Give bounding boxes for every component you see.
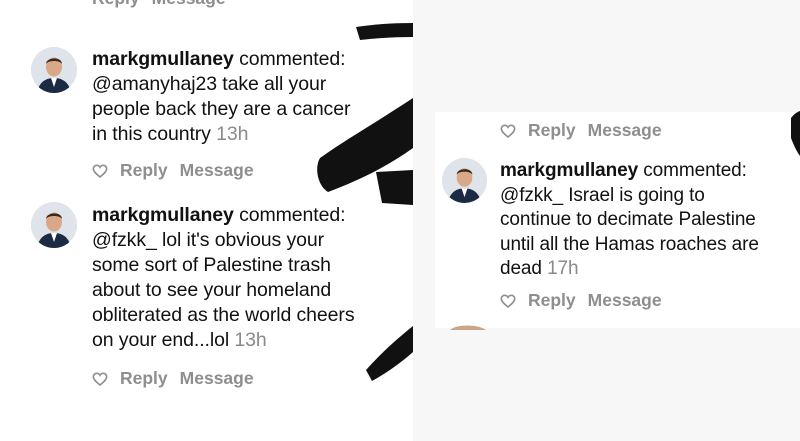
commented-label: commented: [239, 204, 346, 226]
comment-line: on your end...lol [92, 329, 230, 351]
comment-text: markgmullaney commented: @fzkk_ lol it's… [92, 203, 410, 353]
username-link[interactable]: markgmullaney [92, 48, 234, 70]
commented-label: commented: [239, 48, 346, 70]
right-screenshot-panel: Reply Message markgmullaney commented: @… [413, 0, 800, 441]
profile-photo-icon [31, 47, 77, 93]
comment-line: @amanyhaj23 take all your [92, 73, 327, 95]
heart-icon[interactable] [500, 293, 516, 309]
comment-line: continue to decimate Palestine [500, 209, 756, 230]
heart-icon[interactable] [92, 371, 108, 387]
comment-actions: Reply Message [500, 290, 674, 311]
message-button[interactable]: Message [588, 290, 662, 311]
avatar[interactable] [442, 158, 487, 203]
profile-photo-icon [31, 202, 77, 248]
timestamp: 17h [547, 258, 579, 279]
top-cut-actions: Reply Message [92, 0, 238, 9]
message-button[interactable]: Message [180, 368, 254, 389]
comment-text: markgmullaney commented: @amanyhaj23 tak… [92, 47, 410, 147]
comment-line: @fzkk_ Israel is going to [500, 184, 705, 206]
message-button[interactable]: Message [180, 160, 254, 181]
message-button[interactable]: Message [588, 120, 662, 141]
comment-line: about to see your homeland [92, 279, 332, 301]
comment-line: people back they are a cancer [92, 98, 351, 120]
left-screenshot-panel: Reply Message markgmullaney commented: @… [0, 0, 413, 441]
timestamp: 13h [216, 123, 249, 145]
comment-actions: Reply Message [92, 368, 266, 389]
commented-label: commented: [643, 160, 747, 181]
reply-button[interactable]: Reply [528, 120, 576, 141]
heart-icon[interactable] [92, 163, 108, 179]
comment-text: markgmullaney commented: @fzkk_ Israel i… [500, 159, 800, 282]
comment-line: dead [500, 258, 542, 279]
comment-line: until all the Hamas roaches are [500, 233, 759, 255]
comment-actions: Reply Message [92, 160, 266, 181]
comment-line: @fzkk_ lol it's obvious your [92, 229, 325, 251]
reply-button[interactable]: Reply [528, 290, 576, 311]
username-link[interactable]: markgmullaney [92, 204, 234, 226]
profile-photo-icon [442, 158, 487, 203]
username-link[interactable]: markgmullaney [500, 160, 638, 181]
comment-line: obliterated as the world cheers [92, 304, 355, 326]
comment-line: in this country [92, 123, 211, 145]
reply-button[interactable]: Reply [120, 368, 168, 389]
avatar[interactable] [31, 202, 77, 248]
message-button[interactable]: Message [152, 0, 226, 9]
timestamp: 13h [234, 329, 267, 351]
comment-line: some sort of Palestine trash [92, 254, 331, 276]
reply-button[interactable]: Reply [120, 160, 168, 181]
top-actions: Reply Message [500, 120, 674, 141]
reply-button[interactable]: Reply [92, 0, 140, 9]
avatar[interactable] [31, 47, 77, 93]
heart-icon[interactable] [500, 123, 516, 139]
